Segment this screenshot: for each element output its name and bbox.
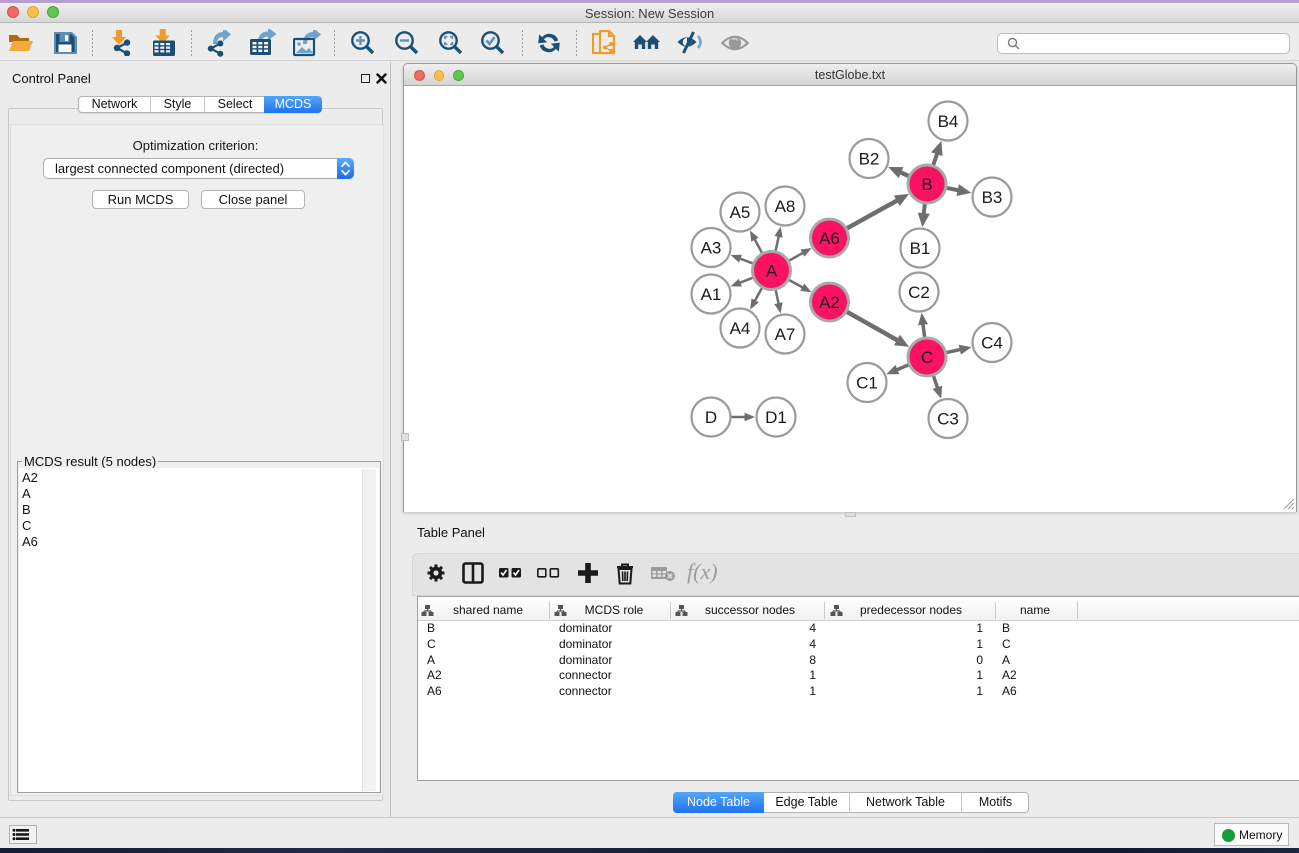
svg-text:A6: A6 (819, 229, 840, 248)
svg-text:D: D (705, 408, 717, 427)
svg-text:B3: B3 (982, 188, 1003, 207)
svg-text:A3: A3 (701, 239, 722, 258)
svg-text:C: C (921, 348, 933, 367)
svg-text:C1: C1 (856, 374, 878, 393)
svg-text:B1: B1 (910, 239, 931, 258)
svg-text:C4: C4 (981, 334, 1003, 353)
svg-text:A1: A1 (701, 285, 722, 304)
svg-text:B4: B4 (938, 112, 959, 131)
svg-text:A: A (766, 262, 778, 281)
svg-text:A2: A2 (819, 293, 840, 312)
svg-text:D1: D1 (765, 408, 787, 427)
svg-text:A5: A5 (730, 203, 751, 222)
svg-text:B2: B2 (859, 150, 880, 169)
svg-text:C2: C2 (908, 283, 930, 302)
svg-text:A8: A8 (775, 197, 796, 216)
svg-text:A7: A7 (775, 325, 796, 344)
svg-text:A4: A4 (730, 319, 751, 338)
svg-text:B: B (921, 175, 932, 194)
svg-text:C3: C3 (937, 410, 959, 429)
